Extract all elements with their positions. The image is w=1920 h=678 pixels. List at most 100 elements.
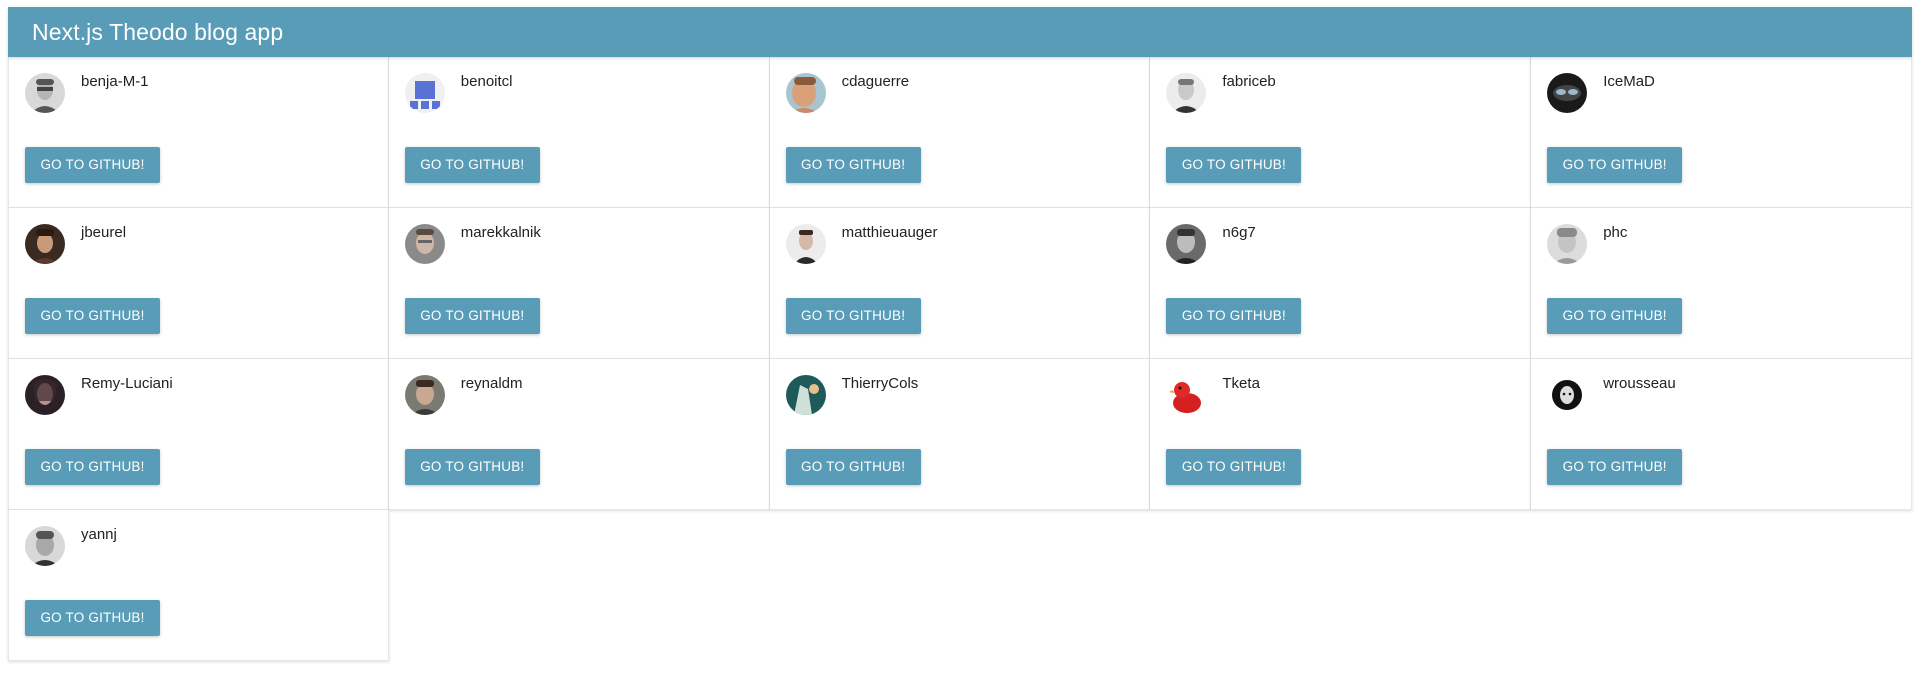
card-header: Tketa xyxy=(1150,359,1530,433)
card-actions: GO TO GITHUB! xyxy=(9,147,388,183)
avatar-icon xyxy=(1547,73,1588,113)
card-header: matthieuauger xyxy=(770,208,1150,282)
username: cdaguerre xyxy=(841,73,910,90)
go-to-github-button[interactable]: GO TO GITHUB! xyxy=(785,298,921,334)
go-to-github-button[interactable]: GO TO GITHUB! xyxy=(1166,147,1302,183)
card-header: fabriceb xyxy=(1150,57,1530,131)
card-header: ThierryCols xyxy=(770,359,1150,433)
username: benja-M-1 xyxy=(81,73,149,90)
go-to-github-button[interactable]: GO TO GITHUB! xyxy=(1166,449,1302,485)
user-card: jbeurel GO TO GITHUB! xyxy=(8,208,389,359)
card-header: phc xyxy=(1531,208,1911,282)
go-to-github-button[interactable]: GO TO GITHUB! xyxy=(1547,449,1683,485)
go-to-github-button[interactable]: GO TO GITHUB! xyxy=(785,449,921,485)
card-header: cdaguerre xyxy=(770,57,1150,131)
card-actions: GO TO GITHUB! xyxy=(770,147,1150,183)
user-card: yannj GO TO GITHUB! xyxy=(8,510,389,661)
username: n6g7 xyxy=(1222,224,1256,241)
user-card: ThierryCols GO TO GITHUB! xyxy=(769,359,1151,510)
username: jbeurel xyxy=(81,224,127,241)
user-card: reynaldm GO TO GITHUB! xyxy=(388,359,770,510)
card-header: yannj xyxy=(9,510,388,584)
avatar-icon xyxy=(25,73,65,113)
username: benoitcl xyxy=(460,73,513,90)
user-card: fabriceb GO TO GITHUB! xyxy=(1150,57,1532,208)
card-header: reynaldm xyxy=(389,359,769,433)
card-actions: GO TO GITHUB! xyxy=(1531,147,1911,183)
user-card: benja-M-1 GO TO GITHUB! xyxy=(8,57,389,208)
go-to-github-button[interactable]: GO TO GITHUB! xyxy=(404,298,540,334)
card-header: wrousseau xyxy=(1531,359,1911,433)
identicon-icon xyxy=(404,73,445,113)
card-actions: GO TO GITHUB! xyxy=(1150,298,1530,334)
username: phc xyxy=(1603,224,1628,241)
go-to-github-button[interactable]: GO TO GITHUB! xyxy=(1166,298,1302,334)
user-card: wrousseau GO TO GITHUB! xyxy=(1531,359,1912,510)
username: matthieuauger xyxy=(841,224,938,241)
username: fabriceb xyxy=(1222,73,1276,90)
username: yannj xyxy=(81,526,117,543)
card-actions: GO TO GITHUB! xyxy=(770,298,1150,334)
card-actions: GO TO GITHUB! xyxy=(9,298,388,334)
go-to-github-button[interactable]: GO TO GITHUB! xyxy=(25,147,160,183)
go-to-github-button[interactable]: GO TO GITHUB! xyxy=(25,449,160,485)
avatar-icon xyxy=(1547,375,1588,415)
user-card: n6g7 GO TO GITHUB! xyxy=(1150,208,1532,359)
user-card: Remy-Luciani GO TO GITHUB! xyxy=(8,359,389,510)
avatar-icon xyxy=(404,375,445,415)
card-actions: GO TO GITHUB! xyxy=(1531,298,1911,334)
duck-icon xyxy=(1166,375,1207,415)
go-to-github-button[interactable]: GO TO GITHUB! xyxy=(1547,298,1683,334)
card-actions: GO TO GITHUB! xyxy=(389,449,769,485)
username: marekkalnik xyxy=(460,224,541,241)
card-actions: GO TO GITHUB! xyxy=(1150,449,1530,485)
user-card: benoitcl GO TO GITHUB! xyxy=(388,57,770,208)
avatar-icon xyxy=(1166,73,1207,113)
app-bar: Next.js Theodo blog app xyxy=(8,7,1912,57)
go-to-github-button[interactable]: GO TO GITHUB! xyxy=(404,449,540,485)
user-card: Tketa GO TO GITHUB! xyxy=(1150,359,1532,510)
card-actions: GO TO GITHUB! xyxy=(389,298,769,334)
user-card: matthieuauger GO TO GITHUB! xyxy=(769,208,1151,359)
username: IceMaD xyxy=(1603,73,1655,90)
user-card: cdaguerre GO TO GITHUB! xyxy=(769,57,1151,208)
go-to-github-button[interactable]: GO TO GITHUB! xyxy=(404,147,540,183)
username: wrousseau xyxy=(1603,375,1676,392)
user-card: IceMaD GO TO GITHUB! xyxy=(1531,57,1912,208)
user-card: phc GO TO GITHUB! xyxy=(1531,208,1912,359)
avatar-icon xyxy=(25,526,65,566)
avatar-icon xyxy=(785,224,826,264)
go-to-github-button[interactable]: GO TO GITHUB! xyxy=(25,298,160,334)
username: ThierryCols xyxy=(841,375,919,392)
card-actions: GO TO GITHUB! xyxy=(770,449,1150,485)
card-header: benja-M-1 xyxy=(9,57,388,131)
user-grid: benja-M-1 GO TO GITHUB! benoitcl GO TO G… xyxy=(8,57,1912,661)
avatar-icon xyxy=(404,224,445,264)
app-container: Next.js Theodo blog app benja-M-1 GO TO … xyxy=(8,7,1912,661)
avatar-icon xyxy=(785,375,826,415)
avatar-icon xyxy=(785,73,826,113)
avatar-icon xyxy=(25,375,65,415)
card-header: marekkalnik xyxy=(389,208,769,282)
user-card: marekkalnik GO TO GITHUB! xyxy=(388,208,770,359)
username: Tketa xyxy=(1222,375,1260,392)
card-actions: GO TO GITHUB! xyxy=(9,449,388,485)
avatar-icon xyxy=(25,224,65,264)
card-actions: GO TO GITHUB! xyxy=(9,600,388,636)
card-header: n6g7 xyxy=(1150,208,1530,282)
card-actions: GO TO GITHUB! xyxy=(1150,147,1530,183)
card-header: jbeurel xyxy=(9,208,388,282)
avatar-icon xyxy=(1547,224,1588,264)
card-actions: GO TO GITHUB! xyxy=(389,147,769,183)
go-to-github-button[interactable]: GO TO GITHUB! xyxy=(785,147,921,183)
card-header: IceMaD xyxy=(1531,57,1911,131)
app-title: Next.js Theodo blog app xyxy=(32,18,284,45)
card-header: Remy-Luciani xyxy=(9,359,388,433)
go-to-github-button[interactable]: GO TO GITHUB! xyxy=(1547,147,1683,183)
card-actions: GO TO GITHUB! xyxy=(1531,449,1911,485)
username: reynaldm xyxy=(460,375,523,392)
username: Remy-Luciani xyxy=(81,375,173,392)
go-to-github-button[interactable]: GO TO GITHUB! xyxy=(25,600,160,636)
avatar-icon xyxy=(1166,224,1207,264)
card-header: benoitcl xyxy=(389,57,769,131)
